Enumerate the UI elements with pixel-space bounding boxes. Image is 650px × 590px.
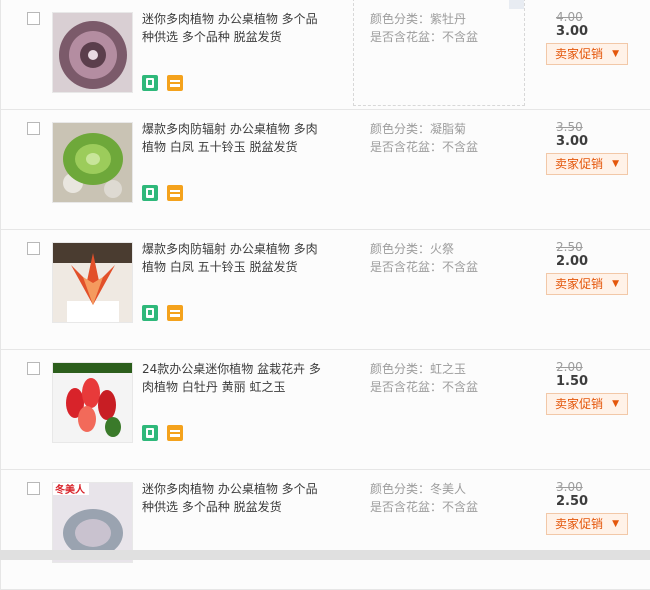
sku-properties: 颜色分类：凝脂菊 是否含花盆：不含盆 — [370, 120, 478, 156]
color-label: 颜色分类： — [370, 122, 431, 136]
product-thumbnail[interactable] — [52, 242, 133, 323]
pot-line: 是否含花盆：不含盆 — [370, 138, 478, 156]
color-value: 凝脂菊 — [430, 122, 467, 136]
product-thumbnail[interactable] — [52, 362, 133, 443]
seller-promotion-dropdown[interactable]: 卖家促销 ▼ — [546, 393, 628, 415]
product-thumbnail[interactable] — [52, 12, 133, 93]
pot-value: 不含盆 — [442, 380, 479, 394]
pot-line: 是否含花盆：不含盆 — [370, 498, 478, 516]
original-price: 3.50 — [556, 120, 583, 134]
pot-value: 不含盆 — [442, 260, 479, 274]
color-value: 火祭 — [430, 242, 455, 256]
original-price: 2.50 — [556, 240, 583, 254]
succulent-image-icon — [53, 13, 132, 92]
color-line: 颜色分类：火祭 — [370, 240, 478, 258]
service-icons — [142, 75, 187, 91]
cart-item-row: 迷你多肉植物 办公桌植物 多个品种供选 多个品种 脱盆发货 颜色分类：紫牡丹 是… — [0, 0, 650, 110]
color-line: 颜色分类：凝脂菊 — [370, 120, 478, 138]
succulent-image-icon — [53, 363, 132, 442]
green-mobile-icon — [142, 305, 158, 321]
sku-properties: 颜色分类：火祭 是否含花盆：不含盆 — [370, 240, 478, 276]
product-title[interactable]: 迷你多肉植物 办公桌植物 多个品种供选 多个品种 脱盆发货 — [142, 480, 322, 516]
color-line: 颜色分类：冬美人 — [370, 480, 478, 498]
item-checkbox[interactable] — [27, 242, 40, 255]
original-price: 2.00 — [556, 360, 583, 374]
color-label: 颜色分类： — [370, 482, 431, 496]
sku-properties: 颜色分类：虹之玉 是否含花盆：不含盆 — [370, 360, 478, 396]
orange-card-icon — [167, 305, 184, 321]
succulent-image-icon — [53, 243, 132, 322]
promotion-label: 卖家促销 — [555, 397, 604, 411]
promotion-label: 卖家促销 — [555, 47, 604, 61]
promotion-label: 卖家促销 — [555, 157, 604, 171]
seller-promotion-dropdown[interactable]: 卖家促销 ▼ — [546, 43, 628, 65]
product-title[interactable]: 迷你多肉植物 办公桌植物 多个品种供选 多个品种 脱盆发货 — [142, 10, 322, 46]
pot-label: 是否含花盆： — [370, 500, 443, 514]
color-value: 冬美人 — [430, 482, 467, 496]
service-icons — [142, 305, 187, 321]
pot-line: 是否含花盆：不含盆 — [370, 258, 478, 276]
pot-label: 是否含花盆： — [370, 30, 443, 44]
color-value: 紫牡丹 — [430, 12, 467, 26]
color-label: 颜色分类： — [370, 242, 431, 256]
cart-item-row: 爆款多肉防辐射 办公桌植物 多肉植物 白凤 五十铃玉 脱盆发货 颜色分类：火祭 … — [0, 230, 650, 350]
cart-item-row: 冬美人 迷你多肉植物 办公桌植物 多个品种供选 多个品种 脱盆发货 颜色分类：冬… — [0, 470, 650, 590]
seller-promotion-dropdown[interactable]: 卖家促销 ▼ — [546, 513, 628, 535]
original-price: 3.00 — [556, 480, 583, 494]
green-mobile-icon — [142, 185, 158, 201]
pot-line: 是否含花盆：不含盆 — [370, 378, 478, 396]
item-checkbox[interactable] — [27, 12, 40, 25]
product-title[interactable]: 爆款多肉防辐射 办公桌植物 多肉植物 白凤 五十铃玉 脱盆发货 — [142, 240, 322, 276]
green-mobile-icon — [142, 425, 158, 441]
current-price: 2.00 — [556, 254, 589, 269]
orange-card-icon — [167, 425, 184, 441]
color-label: 颜色分类： — [370, 12, 431, 26]
chevron-down-icon: ▼ — [612, 279, 619, 289]
color-line: 颜色分类：紫牡丹 — [370, 10, 478, 28]
pot-value: 不含盆 — [442, 140, 479, 154]
orange-card-icon — [167, 75, 184, 91]
product-title[interactable]: 爆款多肉防辐射 办公桌植物 多肉植物 白凤 五十铃玉 脱盆发货 — [142, 120, 322, 156]
item-checkbox[interactable] — [27, 362, 40, 375]
promotion-label: 卖家促销 — [555, 517, 604, 531]
succulent-image-icon — [53, 123, 132, 202]
orange-card-icon — [167, 185, 184, 201]
cart-item-row: 24款办公桌迷你植物 盆栽花卉 多肉植物 白牡丹 黄丽 虹之玉 颜色分类：虹之玉… — [0, 350, 650, 470]
product-title[interactable]: 24款办公桌迷你植物 盆栽花卉 多肉植物 白牡丹 黄丽 虹之玉 — [142, 360, 322, 396]
item-checkbox[interactable] — [27, 482, 40, 495]
service-icons — [142, 425, 187, 441]
color-line: 颜色分类：虹之玉 — [370, 360, 478, 378]
service-icons — [142, 185, 187, 201]
current-price: 3.00 — [556, 134, 589, 149]
cart-item-row: 爆款多肉防辐射 办公桌植物 多肉植物 白凤 五十铃玉 脱盆发货 颜色分类：凝脂菊… — [0, 110, 650, 230]
item-checkbox[interactable] — [27, 122, 40, 135]
edit-corner-icon[interactable] — [509, 0, 524, 9]
pot-value: 不含盆 — [442, 30, 479, 44]
cart-item-list: 迷你多肉植物 办公桌植物 多个品种供选 多个品种 脱盆发货 颜色分类：紫牡丹 是… — [0, 0, 650, 590]
current-price: 1.50 — [556, 374, 589, 389]
promotion-label: 卖家促销 — [555, 277, 604, 291]
pot-line: 是否含花盆：不含盆 — [370, 28, 478, 46]
green-mobile-icon — [142, 75, 158, 91]
pot-label: 是否含花盆： — [370, 380, 443, 394]
product-thumbnail[interactable] — [52, 122, 133, 203]
seller-promotion-dropdown[interactable]: 卖家促销 ▼ — [546, 273, 628, 295]
current-price: 2.50 — [556, 494, 589, 509]
color-value: 虹之玉 — [430, 362, 467, 376]
pot-value: 不含盆 — [442, 500, 479, 514]
sku-properties: 颜色分类：紫牡丹 是否含花盆：不含盆 — [370, 10, 478, 46]
color-label: 颜色分类： — [370, 362, 431, 376]
chevron-down-icon: ▼ — [612, 49, 619, 59]
chevron-down-icon: ▼ — [612, 399, 619, 409]
pot-label: 是否含花盆： — [370, 260, 443, 274]
thumb-tag-text: 冬美人 — [55, 483, 86, 496]
pot-label: 是否含花盆： — [370, 140, 443, 154]
original-price: 4.00 — [556, 10, 583, 24]
sku-properties: 颜色分类：冬美人 是否含花盆：不含盆 — [370, 480, 478, 516]
bottom-scroll-area — [0, 550, 650, 560]
chevron-down-icon: ▼ — [612, 159, 619, 169]
seller-promotion-dropdown[interactable]: 卖家促销 ▼ — [546, 153, 628, 175]
chevron-down-icon: ▼ — [612, 519, 619, 529]
current-price: 3.00 — [556, 24, 589, 39]
